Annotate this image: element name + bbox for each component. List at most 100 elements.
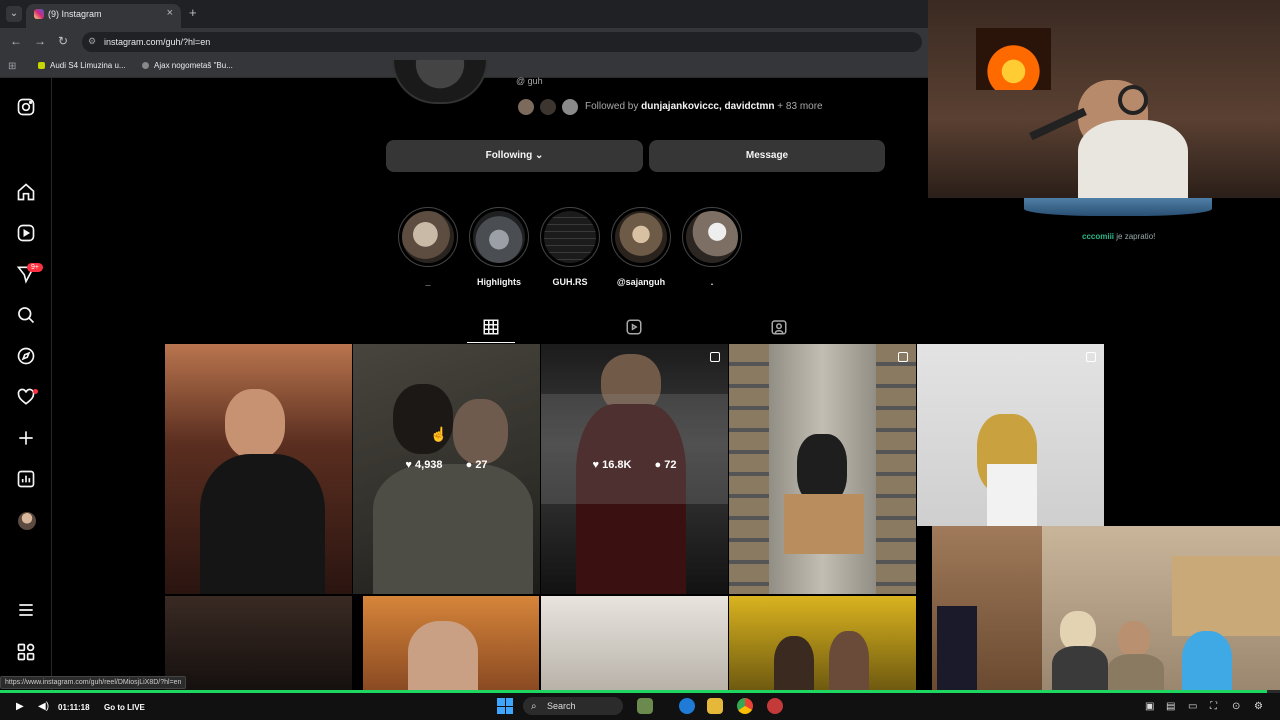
edge-browser-icon[interactable] (679, 698, 695, 714)
home-icon[interactable] (16, 182, 36, 202)
reels-tab-icon[interactable] (625, 318, 643, 336)
following-button[interactable]: Following ⌄ (386, 140, 643, 172)
follower-avatar (560, 97, 580, 117)
chrome-browser-icon[interactable] (737, 698, 753, 714)
highlight-ring (611, 207, 671, 267)
clip-icon[interactable]: ▣ (1145, 701, 1154, 712)
forward-arrow-icon[interactable]: → (34, 34, 46, 48)
bookmark-label: Ajax nogometaš "Bu... (154, 61, 233, 70)
theatre-icon[interactable]: ▭ (1188, 701, 1197, 712)
back-arrow-icon[interactable]: ← (10, 34, 22, 48)
post-tile[interactable] (165, 596, 352, 690)
bookmark-item[interactable]: Ajax nogometaš "Bu... (142, 61, 233, 70)
carousel-icon (898, 352, 908, 362)
address-bar[interactable]: ⚙ instagram.com/guh/?hl=en (82, 32, 922, 52)
settings-gear-icon[interactable]: ⚙ (1254, 701, 1263, 712)
new-tab-button[interactable]: + (189, 5, 197, 20)
taskbar-app-icon[interactable] (767, 698, 783, 714)
highlight-label: _ (425, 277, 431, 287)
bookmark-item[interactable]: Audi S4 Limuzina u... (38, 61, 126, 70)
post-tile[interactable] (541, 596, 728, 690)
active-tab-indicator (467, 342, 515, 343)
apps-grid-icon[interactable]: ⊞ (8, 61, 16, 72)
post-tile-hovered[interactable]: ♥ 16.8K ● 72 (541, 344, 728, 594)
comments-value: 27 (475, 459, 488, 471)
explore-compass-icon[interactable] (16, 346, 36, 366)
tab-title: (9) Instagram (48, 9, 102, 19)
go-to-live-button[interactable]: Go to LIVE (104, 703, 145, 712)
volume-icon[interactable]: ◀) (38, 701, 49, 712)
chat-text: je zapratio! (1114, 232, 1156, 241)
followed-by-text[interactable]: Followed by dunjajankoviccc, davidctmn +… (585, 101, 823, 112)
chat-follow-alert: cccomiii je zapratio! (1082, 232, 1155, 241)
profile-picture[interactable] (392, 60, 488, 104)
webcam-cabinet (1172, 556, 1280, 636)
webcam-pc-case (937, 606, 977, 690)
popout-icon[interactable]: ⊙ (1232, 701, 1240, 712)
comments-count: ● 27 (465, 459, 488, 471)
story-highlight[interactable]: GUH.RS (540, 207, 600, 287)
create-plus-icon[interactable] (16, 428, 36, 448)
menu-hamburger-icon[interactable] (16, 600, 36, 620)
story-highlight[interactable]: . (682, 207, 742, 287)
likes-count: ♥ 4,938 (405, 459, 443, 471)
threads-apps-icon[interactable] (16, 642, 36, 662)
post-tile-hovered[interactable]: ♥ 4,938 ● 27 ☝ (353, 344, 540, 594)
message-button[interactable]: Message (649, 140, 885, 172)
screen: ⌄ (9) Instagram × + ← → ↻ ⚙ instagram.co… (0, 0, 1280, 720)
story-highlight[interactable]: @sajanguh (611, 207, 671, 287)
notification-dot (33, 389, 38, 394)
profile-avatar[interactable] (18, 512, 36, 530)
highlight-ring (398, 207, 458, 267)
tagged-tab-icon[interactable] (770, 318, 788, 336)
search-icon: ⌕ (531, 701, 537, 712)
streamer-webcam (928, 0, 1280, 198)
webcam-guest-blue-hair (1182, 631, 1232, 690)
windows-start-icon[interactable] (497, 698, 513, 714)
likes-value: 4,938 (415, 459, 443, 471)
instagram-favicon-icon (34, 9, 44, 19)
post-image-figure (774, 636, 814, 690)
notification-badge: 9+ (27, 263, 43, 272)
post-stats: ♥ 16.8K ● 72 (541, 459, 728, 471)
highlight-cover (402, 211, 454, 263)
profile-tabs (165, 312, 1105, 342)
dashboard-chart-icon[interactable] (16, 469, 36, 489)
followed-by-prefix: Followed by (585, 101, 642, 112)
carousel-icon (710, 352, 720, 362)
search-icon[interactable] (16, 305, 36, 325)
post-tile[interactable] (165, 344, 352, 594)
followed-by-suffix: + 83 more (774, 101, 823, 112)
story-highlight[interactable]: _ (398, 207, 458, 287)
chat-username: cccomiii (1082, 232, 1115, 241)
browser-tab-instagram[interactable]: (9) Instagram × (26, 4, 181, 28)
followed-by-avatars[interactable] (516, 97, 580, 117)
carousel-icon (1086, 352, 1096, 362)
bookmark-label: Audi S4 Limuzina u... (50, 61, 126, 70)
url-text: instagram.com/guh/?hl=en (104, 37, 211, 47)
post-tile[interactable] (729, 596, 916, 690)
comments-value: 72 (664, 459, 677, 471)
post-image-figure (225, 389, 285, 459)
instagram-logo-icon[interactable] (16, 97, 36, 117)
reload-icon[interactable]: ↻ (58, 34, 68, 48)
post-tile[interactable] (917, 344, 1104, 526)
chat-icon[interactable]: ▤ (1166, 701, 1175, 712)
highlight-ring (682, 207, 742, 267)
reels-icon[interactable] (16, 223, 36, 243)
post-tile[interactable] (363, 596, 539, 690)
site-info-icon[interactable]: ⚙ (88, 36, 96, 47)
post-tile[interactable] (729, 344, 916, 594)
browser-tab-bar: ⌄ (9) Instagram × + (0, 0, 930, 28)
tab-list-chevron-icon[interactable]: ⌄ (6, 6, 22, 22)
taskbar-app-icon[interactable] (637, 698, 653, 714)
posts-grid-icon[interactable] (482, 318, 500, 336)
tab-close-icon[interactable]: × (167, 7, 173, 19)
fullscreen-icon[interactable]: ⛶ (1210, 701, 1217, 712)
chat-banner (1024, 198, 1212, 216)
comments-count: ● 72 (654, 459, 677, 471)
play-icon[interactable]: ▶ (16, 701, 24, 712)
taskbar-search[interactable]: ⌕ Search (523, 697, 623, 715)
file-explorer-icon[interactable] (707, 698, 723, 714)
story-highlight[interactable]: Highlights (469, 207, 529, 287)
